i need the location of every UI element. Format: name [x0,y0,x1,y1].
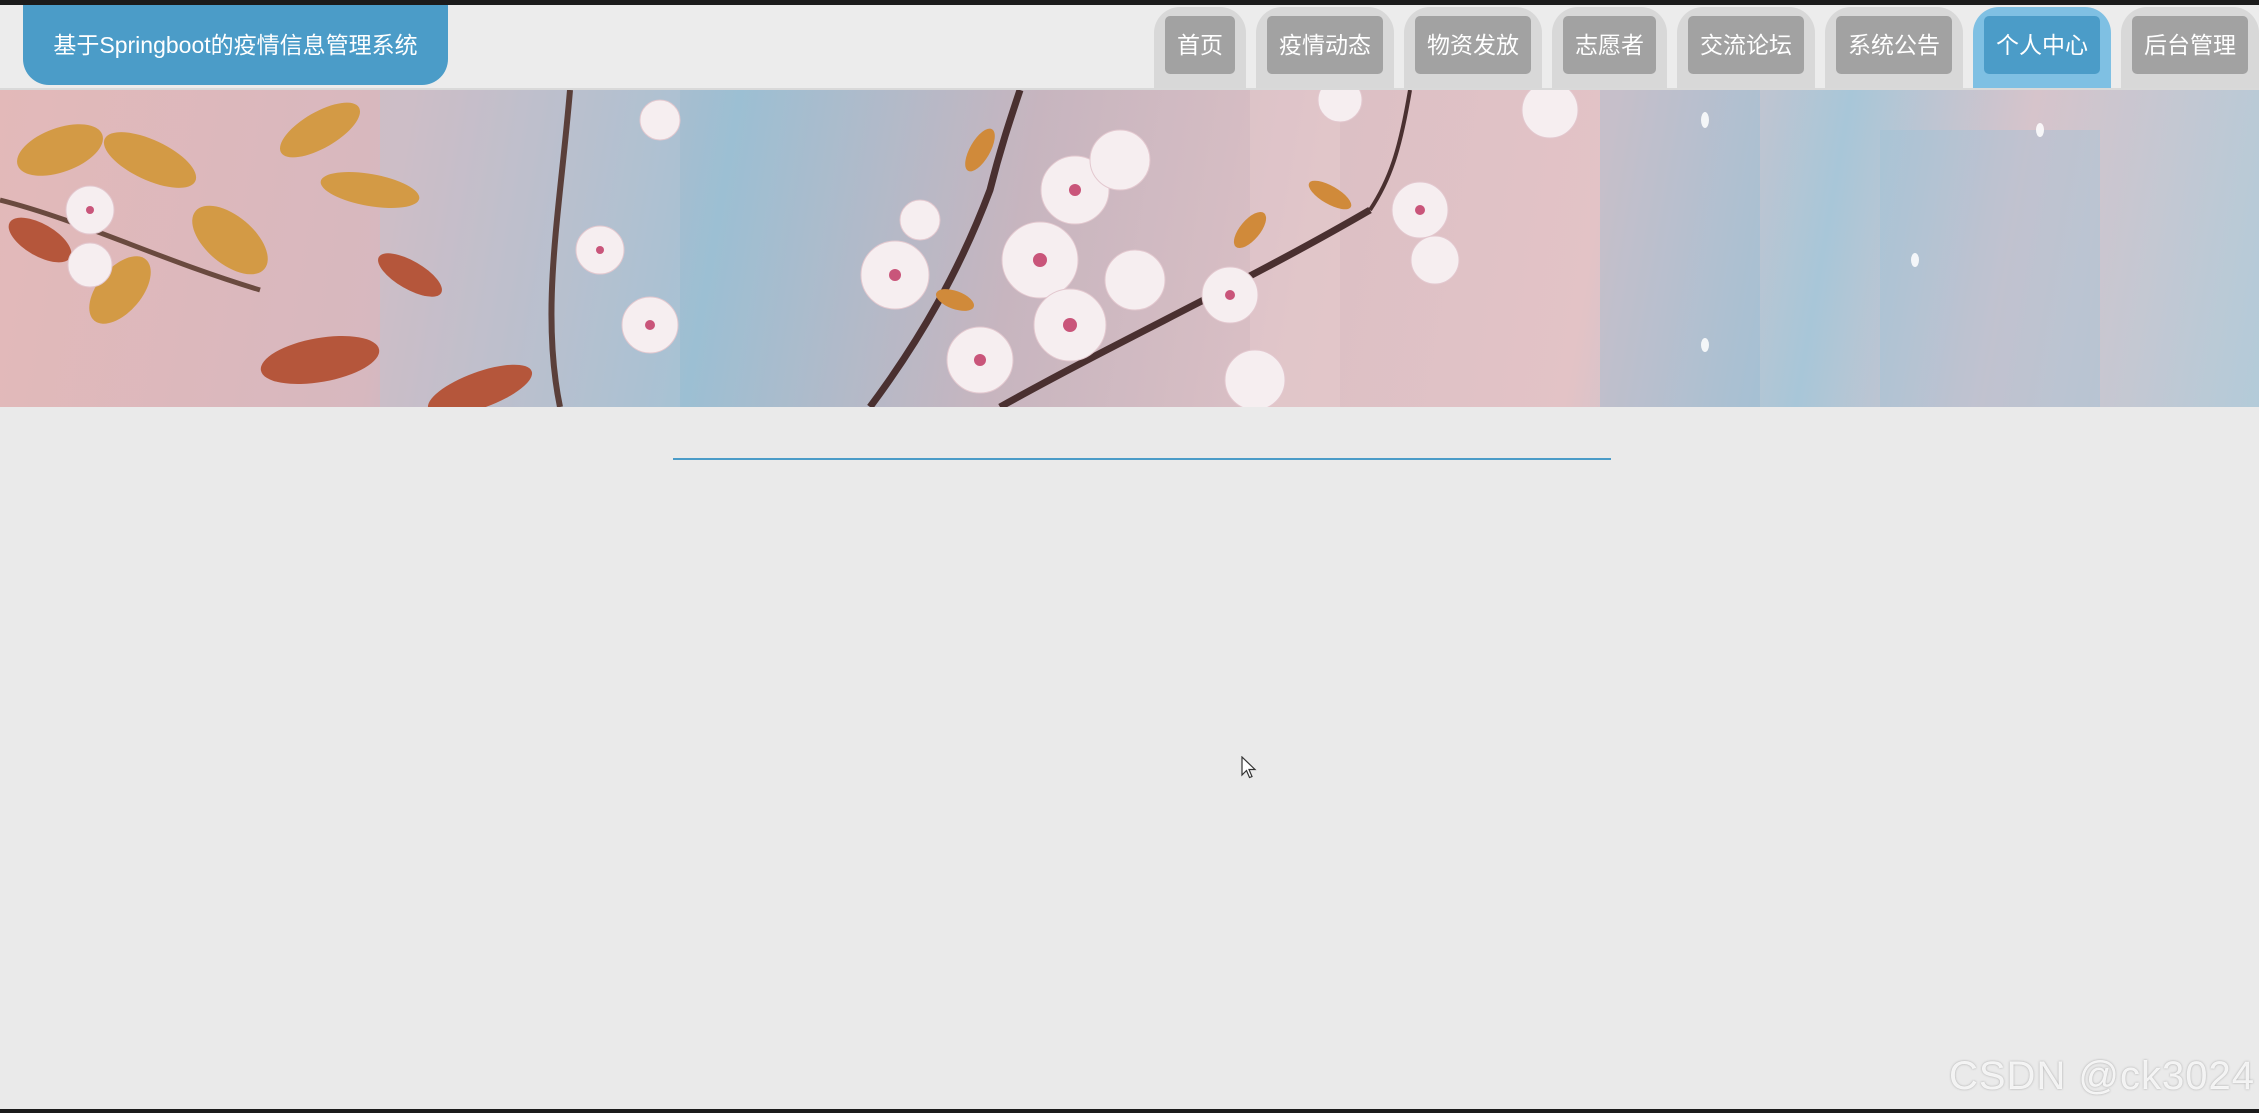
top-header: 基于Springboot的疫情信息管理系统 首页 疫情动态 物资发放 志愿者 交… [0,5,2259,90]
content-divider [673,458,1611,460]
nav-item-personal-center[interactable]: 个人中心 [1973,7,2111,88]
nav-item-label: 物资发放 [1415,16,1531,74]
banner-illustration [0,90,2100,407]
nav-item-supplies[interactable]: 物资发放 [1404,7,1542,88]
nav-item-label: 交流论坛 [1688,16,1804,74]
nav-item-label: 系统公告 [1836,16,1952,74]
nav-item-admin[interactable]: 后台管理 [2121,7,2259,88]
nav-item-label: 后台管理 [2132,16,2248,74]
nav-item-label: 志愿者 [1563,16,1656,74]
nav-item-home[interactable]: 首页 [1154,7,1246,88]
nav-item-announcements[interactable]: 系统公告 [1825,7,1963,88]
main-nav: 首页 疫情动态 物资发放 志愿者 交流论坛 系统公告 个人中心 后台管理 [1144,5,2259,88]
nav-item-forum[interactable]: 交流论坛 [1677,7,1815,88]
nav-item-label: 首页 [1165,16,1235,74]
mouse-cursor-icon [1241,755,1257,785]
cherry-blossom-banner [0,90,2259,407]
nav-item-label: 个人中心 [1984,16,2100,74]
page: 基于Springboot的疫情信息管理系统 首页 疫情动态 物资发放 志愿者 交… [0,0,2259,1113]
nav-item-epidemic-news[interactable]: 疫情动态 [1256,7,1394,88]
watermark-text: CSDN @ck3024 [1948,1054,2255,1098]
site-title[interactable]: 基于Springboot的疫情信息管理系统 [23,5,448,85]
nav-item-volunteers[interactable]: 志愿者 [1552,7,1667,88]
nav-item-label: 疫情动态 [1267,16,1383,74]
